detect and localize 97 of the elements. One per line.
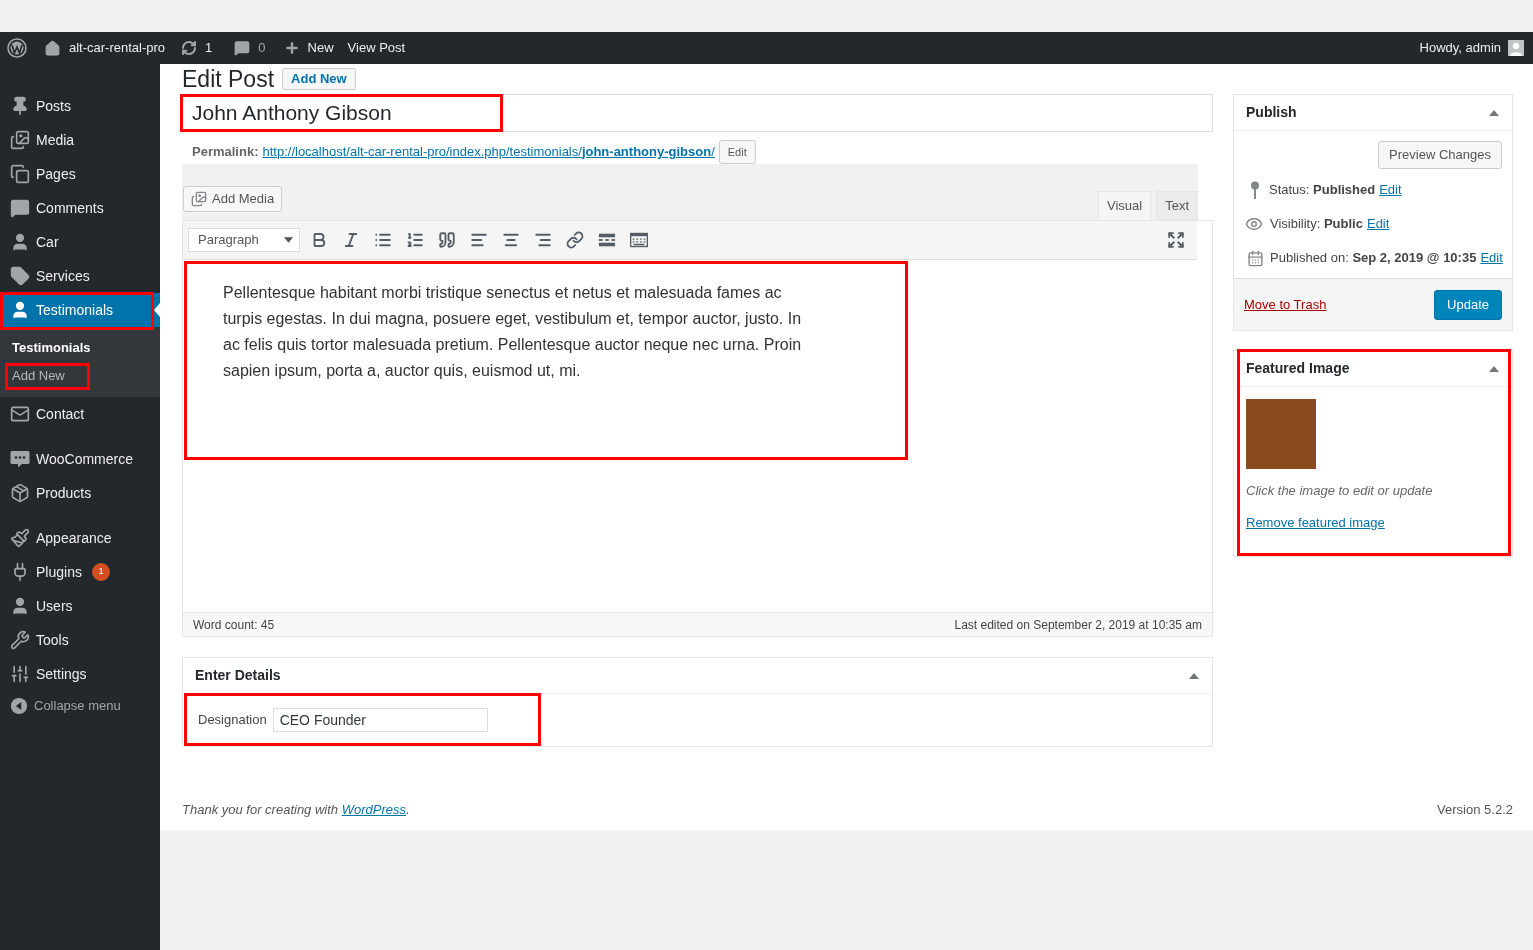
person-icon [10,232,30,252]
stacked-pages-icon [10,164,30,184]
sidebar-item[interactable]: Users [0,589,160,623]
sidebar-item[interactable]: Tools [0,623,160,657]
refresh-icon [181,40,198,56]
sidebar-item[interactable]: Testimonials [0,293,160,327]
calendar-icon [1247,249,1264,267]
quote-icon [438,231,456,249]
read-more-icon [598,231,616,249]
submenu-item[interactable]: Testimonials [0,334,160,362]
editor-text: Pellentesque habitant morbi tristique senectus et netus et malesuada fames ac turpis egestas. In dui magna, posuere eget, vestibulum et, tempor auctor, justo. In ac felis quis tortor malesuada pretium. Pellentesque auctor neque nec urna. Proin sapien ipsum, porta a, auctor quis, euismod ut, mi. [223,283,803,381]
caret-up-icon [1489,109,1499,116]
permalink-link[interactable]: http://localhost/alt-car-rental-pro/index.php/testimonials/john-anthony-gibson/ [262,142,715,162]
tag-icon [10,266,30,286]
sidebar-item[interactable]: Pages [0,157,160,191]
preview-button[interactable]: Preview Changes [1378,141,1502,169]
sidebar-item[interactable]: Settings [0,657,160,691]
edit-link[interactable]: Edit [1480,248,1503,268]
version-text: Version 5.2.2 [1437,801,1513,820]
expand-icon [1167,231,1185,249]
collapse-menu-button[interactable]: Collapse menu [0,691,160,721]
view-post-link[interactable]: View Post [347,38,406,58]
panel-title: Enter Details [195,666,281,685]
update-button[interactable]: Update [1434,289,1502,320]
logo-icon [7,38,27,58]
images-icon [10,130,30,150]
format-select[interactable]: Paragraph [188,228,300,252]
bulleted-list-icon [374,231,392,249]
speech-bubble-icon [10,449,30,469]
wordpress-link[interactable]: WordPress [341,802,406,818]
status-text: Visibility: Public [1270,215,1363,234]
input-field[interactable]: CEO Founder [272,708,488,732]
permalink-label: Permalink: [192,143,259,162]
left-arrow-circle-icon [10,697,28,715]
status-text: Published on: Sep 2, 2019 @ 10:35 [1270,249,1477,268]
sidebar-item[interactable]: Services [0,259,160,293]
pin-icon [1250,181,1260,199]
eye-icon [1244,215,1264,233]
editor-tab[interactable]: Visual [1097,191,1152,220]
align-left-icon [470,231,488,249]
updates-link[interactable]: 1 [181,38,213,58]
comments-link[interactable]: 0 [234,38,266,58]
avatar-icon [1508,40,1524,56]
hint-text: Click the image to edit or update [1246,482,1433,500]
footer-text: Thank you for creating with WordPress. [182,801,410,820]
submenu-item[interactable]: Add New [0,362,160,390]
envelope-icon [10,404,30,424]
edit-link[interactable]: Edit [1379,180,1402,200]
logo-button[interactable] [7,38,27,58]
align-right-icon [534,231,552,249]
sidebar-item[interactable]: Comments [0,191,160,225]
status-text: Status: Published [1269,181,1376,200]
person-icon [10,596,30,616]
sidebar-item[interactable]: Car [0,225,160,259]
trash-link[interactable]: Move to Trash [1244,294,1327,315]
sidebar-item[interactable]: WooCommerce [0,442,160,476]
sidebar-item[interactable]: Plugins 1 [0,555,160,589]
panel-title: Featured Image [1246,359,1350,378]
caret-up-icon [1189,672,1199,679]
box-icon [10,483,30,503]
speech-bubble-icon [234,40,251,56]
new-link[interactable]: New [283,38,334,58]
sidebar-item[interactable]: Appearance [0,521,160,555]
add-new-button[interactable]: Add New [282,68,356,90]
field-label: Designation [198,711,267,730]
count-badge: 1 [91,563,110,581]
speech-bubble-icon [10,198,30,218]
panel-title: Publish [1246,103,1297,122]
account-link[interactable]: Howdy, admin [1419,38,1524,58]
word-count: Word count: 45 [193,616,275,634]
edit-link[interactable]: Edit [1366,214,1390,234]
numbered-list-icon [406,231,424,249]
wrench-icon [10,630,30,650]
site-link[interactable]: alt-car-rental-pro [44,38,166,58]
last-edited-text: Last edited on September 2, 2019 at 10:35 am [954,616,1202,634]
sliders-icon [10,664,30,684]
italic-icon [342,231,360,249]
sidebar-item[interactable]: Contact [0,397,160,431]
plus-icon [283,40,300,56]
sidebar-item[interactable]: Products [0,476,160,510]
images-icon [191,191,207,207]
remove-image-link[interactable]: Remove featured image [1246,513,1385,533]
edit-button[interactable]: Edit [718,140,756,164]
add-media-button[interactable]: Add Media [183,186,283,212]
caret-up-icon [1489,365,1499,372]
toolbar-toggle-icon [630,231,648,249]
sidebar-item[interactable]: Media [0,123,160,157]
link-icon [566,231,584,249]
paintbrush-icon [10,528,30,548]
align-center-icon [502,231,520,249]
page-heading: Edit Post [182,67,275,91]
person-icon [10,300,30,320]
sidebar-item[interactable]: Posts [0,89,160,123]
editor-tab[interactable]: Text [1156,191,1198,220]
caret-down-icon [284,237,293,243]
home-icon [44,39,61,57]
pin-icon [10,96,30,116]
